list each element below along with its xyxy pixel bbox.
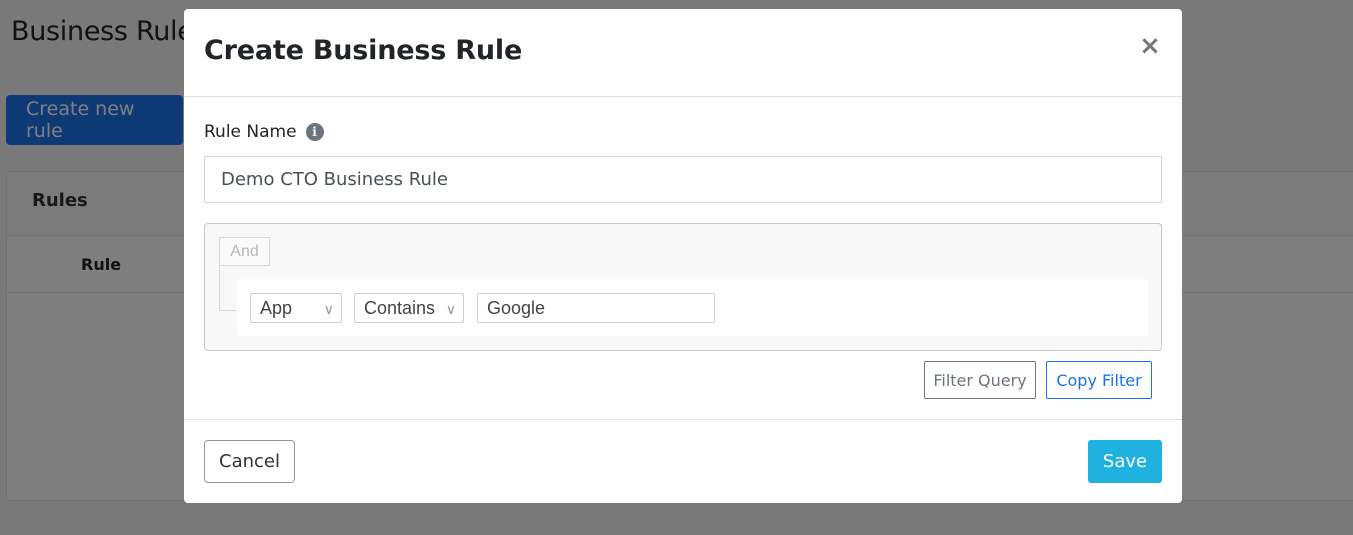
chevron-down-icon: ∨ [323, 301, 334, 317]
rule-value-input[interactable] [477, 293, 715, 323]
rule-name-label-text: Rule Name [204, 122, 297, 142]
query-builder: And App ∨ Contains ∨ [204, 223, 1162, 351]
field-select[interactable]: App ∨ [250, 293, 342, 323]
rule-name-input[interactable] [204, 156, 1162, 203]
field-select-value: App [260, 298, 293, 318]
combinator-and-button[interactable]: And [219, 237, 270, 266]
operator-select-value: Contains [364, 298, 436, 318]
cancel-button[interactable]: Cancel [204, 440, 295, 483]
filter-query-button[interactable]: Filter Query [924, 361, 1036, 399]
create-business-rule-modal: Create Business Rule × Rule Name i And A… [184, 9, 1182, 503]
rule-name-label: Rule Name i [204, 122, 324, 142]
modal-footer: Cancel Save [184, 419, 1182, 503]
modal-header: Create Business Rule × [184, 9, 1182, 97]
modal-title: Create Business Rule [204, 35, 523, 66]
query-rule-row: App ∨ Contains ∨ [237, 279, 1148, 336]
info-icon[interactable]: i [305, 123, 324, 141]
operator-select[interactable]: Contains ∨ [354, 293, 464, 323]
close-icon[interactable]: × [1138, 33, 1162, 59]
copy-filter-button[interactable]: Copy Filter [1046, 361, 1152, 399]
save-button[interactable]: Save [1088, 440, 1162, 483]
tree-connector-line [219, 266, 236, 311]
chevron-down-icon: ∨ [445, 301, 456, 317]
